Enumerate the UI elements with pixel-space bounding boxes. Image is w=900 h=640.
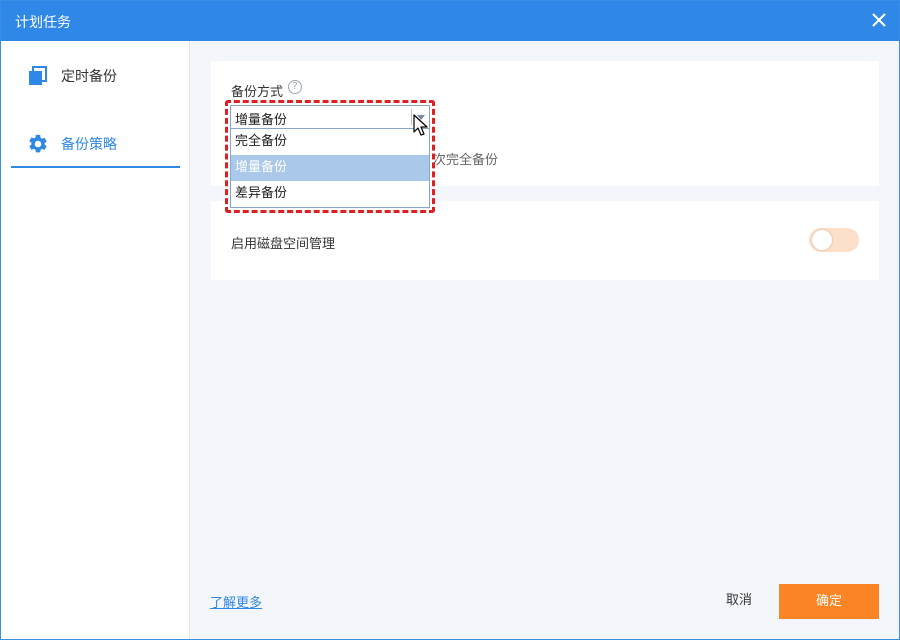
copy-icon [27,65,49,87]
backup-method-select[interactable]: 增量备份 [230,105,430,129]
select-divider [411,109,412,125]
option-differential-backup[interactable]: 差异备份 [231,181,429,207]
learn-more-link[interactable]: 了解更多 [210,592,262,611]
gear-icon [27,133,49,155]
sidebar-item-backup-strategy[interactable]: 备份策略 [11,122,180,168]
chevron-down-icon[interactable] [417,115,425,120]
sidebar: 定时备份 备份策略 [1,41,190,639]
sidebar-item-scheduled-backup[interactable]: 定时备份 [11,53,180,99]
disk-space-card: 启用磁盘空间管理 [211,201,879,280]
selected-value: 增量备份 [235,113,288,128]
backup-method-options: 完全备份 增量备份 差异备份 [230,129,430,208]
question-icon[interactable]: ? [288,80,302,94]
dialog-window: 计划任务 定时备份 备份策略 备份方式 ? 次完全备份 启用磁盘空间管理 [0,0,900,640]
backup-method-label: 备份方式 [231,85,284,100]
title-bar: 计划任务 [1,1,899,41]
sidebar-item-label: 备份策略 [61,137,117,153]
option-incremental-backup[interactable]: 增量备份 [231,155,429,181]
confirm-button[interactable]: 确定 [779,584,879,619]
toggle-knob [812,230,832,250]
disk-space-label: 启用磁盘空间管理 [231,237,336,252]
backup-method-hint: 次完全备份 [433,153,499,168]
option-full-backup[interactable]: 完全备份 [231,129,429,155]
sidebar-item-label: 定时备份 [61,69,117,85]
disk-space-toggle[interactable] [809,228,859,252]
close-icon[interactable] [869,10,889,30]
cancel-button[interactable]: 取消 [713,584,765,618]
window-title: 计划任务 [15,15,71,31]
